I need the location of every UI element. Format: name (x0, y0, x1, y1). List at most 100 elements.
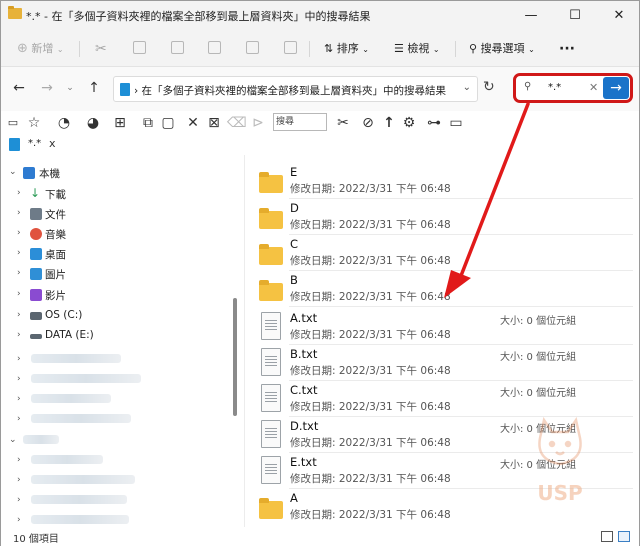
recent-chevron-icon[interactable]: ⌄ (61, 79, 79, 97)
tab-label[interactable]: *.* (28, 138, 41, 149)
tree-item-data-drive[interactable]: › DATA (E:) (1, 326, 231, 346)
tab-close-button[interactable]: x (49, 137, 56, 150)
obscured-tree-item[interactable] (31, 354, 121, 363)
collapse-chevron-icon[interactable]: › (17, 188, 21, 198)
search-input[interactable]: ⚲ *.* ✕ (518, 78, 600, 98)
minimize-button[interactable]: — (509, 1, 553, 31)
toolbar-search-input[interactable]: 搜尋 (273, 113, 327, 131)
scissors-icon[interactable]: ✂ (334, 114, 352, 132)
obscured-tree-item[interactable] (31, 394, 111, 403)
tree-item-label: 影片 (45, 290, 66, 302)
expand-chevron-icon[interactable]: ⌄ (9, 167, 17, 177)
obscured-tree-item[interactable] (31, 455, 103, 464)
collapse-chevron-icon[interactable]: › (17, 414, 21, 424)
collapse-chevron-icon[interactable]: › (17, 330, 21, 340)
refresh-icon[interactable]: ↻ (483, 79, 495, 95)
status-bar: 10 個項目 (1, 527, 639, 546)
collapse-chevron-icon[interactable]: › (17, 268, 21, 278)
window-icon[interactable]: ▢ (159, 114, 177, 132)
up-icon[interactable]: ↑ (85, 79, 103, 97)
list-item[interactable]: A.txt 修改日期: 2022/3/31 下午 06:48 大小: 0 個位元… (245, 309, 639, 345)
tiles-view-icon[interactable] (618, 531, 630, 542)
pane-icon[interactable]: ▭ (4, 114, 22, 132)
collapse-chevron-icon[interactable]: › (17, 475, 21, 485)
close-button[interactable]: ✕ (597, 1, 640, 31)
search-options-label: 搜尋選項 (480, 42, 525, 55)
collapse-chevron-icon[interactable]: › (17, 289, 21, 299)
obscured-tree-item[interactable] (31, 374, 141, 383)
rename-icon[interactable] (208, 40, 221, 58)
tree-item-this-pc[interactable]: ⌄ 本機 (1, 163, 231, 183)
tree-item-downloads[interactable]: › ↓ 下載 (1, 184, 231, 204)
gear-dropdown-icon[interactable]: ◕ (84, 114, 102, 132)
forward-icon[interactable]: → (38, 79, 56, 97)
collapse-chevron-icon[interactable]: › (17, 208, 21, 218)
tree-item-pictures[interactable]: › 圖片 (1, 264, 231, 284)
drive-icon (30, 312, 42, 320)
settings-icon[interactable]: ⚙ (400, 114, 418, 132)
search-tab-icon (9, 138, 20, 151)
obscured-tree-item[interactable] (31, 475, 135, 484)
delete-icon[interactable] (284, 40, 297, 58)
collapse-chevron-icon[interactable]: › (17, 495, 21, 505)
obscured-tree-item[interactable] (31, 414, 131, 423)
more-button[interactable]: ··· (559, 40, 575, 58)
back-icon[interactable]: ← (10, 79, 28, 97)
scrollbar-thumb[interactable] (233, 298, 237, 416)
list-item[interactable]: B 修改日期: 2022/3/31 下午 06:48 (245, 271, 639, 307)
search-options-button[interactable]: ⚲ 搜尋選項 ⌄ (469, 40, 535, 58)
tree-item-desktop[interactable]: › 桌面 (1, 244, 231, 264)
modified-date: 修改日期: 2022/3/31 下午 06:48 (290, 183, 451, 195)
collapse-chevron-icon[interactable]: › (17, 394, 21, 404)
pc-icon (23, 167, 35, 179)
erase-icon[interactable]: ⌫ (227, 114, 247, 132)
list-item[interactable]: D 修改日期: 2022/3/31 下午 06:48 (245, 199, 639, 235)
collapse-chevron-icon[interactable]: › (17, 228, 21, 238)
obscured-tree-item[interactable] (31, 495, 127, 504)
star-icon[interactable]: ☆ (25, 114, 43, 132)
chevron-down-icon[interactable]: ⌄ (463, 82, 471, 93)
search-submit-button[interactable]: → (603, 77, 629, 99)
share-icon[interactable] (246, 40, 259, 58)
tree-item-label: 桌面 (45, 249, 66, 261)
copy-icon[interactable] (133, 40, 146, 58)
collapse-chevron-icon[interactable]: › (17, 310, 21, 320)
sort-button[interactable]: ⇅ 排序 ⌄ (324, 40, 369, 58)
forward-box-icon[interactable]: ⊳ (249, 114, 267, 132)
list-item[interactable]: C 修改日期: 2022/3/31 下午 06:48 (245, 235, 639, 271)
clear-search-icon[interactable]: ✕ (589, 81, 598, 94)
copy-window-icon[interactable]: ⧉ (139, 114, 157, 132)
maximize-button[interactable]: ☐ (553, 1, 597, 31)
list-item[interactable]: B.txt 修改日期: 2022/3/31 下午 06:48 大小: 0 個位元… (245, 345, 639, 381)
collapse-chevron-icon[interactable]: › (17, 354, 21, 364)
new-button[interactable]: ⊕ 新增 ⌄ (17, 40, 64, 58)
close-box-icon[interactable]: ⊠ (205, 114, 223, 132)
paste-icon[interactable] (171, 40, 184, 58)
list-item[interactable]: E 修改日期: 2022/3/31 下午 06:48 (245, 163, 639, 199)
address-bar[interactable]: › 在「多個子資料夾裡的檔案全部移到最上層資料夾」中的搜尋結果 ⌄ (113, 76, 478, 102)
paperclip-icon[interactable]: ⊘ (359, 114, 377, 132)
collapse-chevron-icon[interactable]: › (17, 374, 21, 384)
clock-icon[interactable]: ◔ (55, 114, 73, 132)
obscured-tree-item[interactable] (23, 435, 59, 444)
close-icon[interactable]: ✕ (184, 114, 202, 132)
cut-icon[interactable]: ✂ (95, 40, 107, 58)
tree-item-os-drive[interactable]: › OS (C:) (1, 306, 231, 326)
windows-icon[interactable]: ⊞ (111, 114, 129, 132)
file-size: 大小: 0 個位元組 (500, 388, 577, 399)
obscured-tree-item[interactable] (31, 515, 129, 524)
collapse-chevron-icon[interactable]: › (17, 248, 21, 258)
tree-item-documents[interactable]: › 文件 (1, 204, 231, 224)
modified-date: 修改日期: 2022/3/31 下午 06:48 (290, 255, 451, 267)
tree-item-videos[interactable]: › 影片 (1, 285, 231, 305)
view-button[interactable]: ☰ 檢視 ⌄ (394, 40, 440, 58)
details-view-icon[interactable] (601, 531, 613, 542)
monitor-icon[interactable]: ▭ (447, 114, 465, 132)
tree-item-music[interactable]: › 音樂 (1, 224, 231, 244)
expand-chevron-icon[interactable]: ⌄ (9, 435, 17, 445)
collapse-chevron-icon[interactable]: › (17, 455, 21, 465)
collapse-chevron-icon[interactable]: › (17, 515, 21, 525)
file-name: A.txt (290, 311, 318, 325)
layout-icon[interactable]: ⊶ (425, 114, 443, 132)
upload-icon[interactable]: ↑ (380, 114, 398, 132)
